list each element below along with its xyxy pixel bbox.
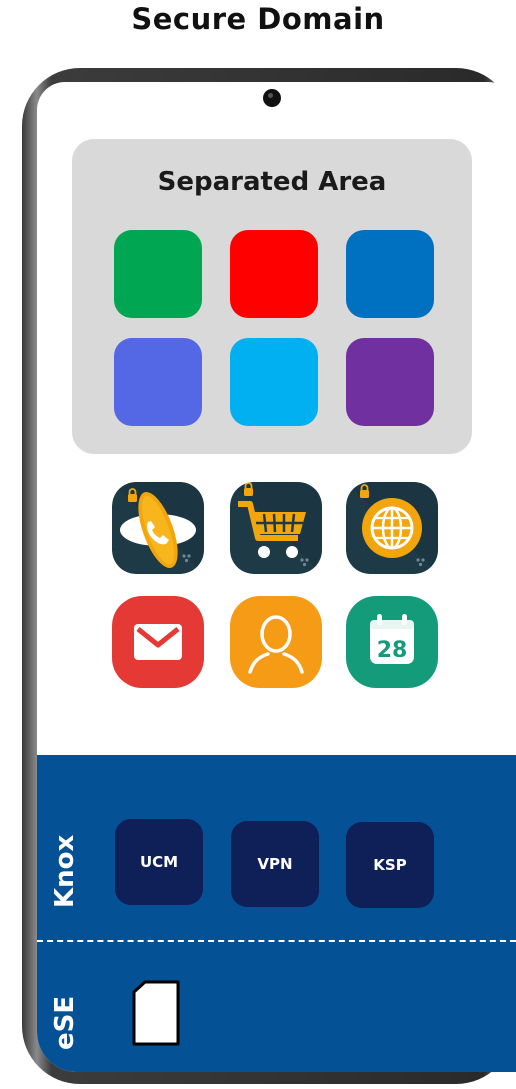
secure-phone-icon[interactable]	[112, 482, 204, 574]
app-tile-red[interactable]	[230, 230, 318, 318]
contacts-icon[interactable]	[230, 596, 322, 688]
sim-card-icon	[132, 980, 180, 1046]
app-tile-cyan[interactable]	[230, 338, 318, 426]
app-tile-blue[interactable]	[346, 230, 434, 318]
app-tile-green[interactable]	[114, 230, 202, 318]
email-icon[interactable]	[112, 596, 204, 688]
ese-section	[37, 940, 516, 1072]
calendar-day: 28	[377, 638, 408, 663]
ese-label: eSE	[50, 995, 80, 1050]
ksp-service[interactable]: KSP	[346, 822, 434, 908]
diagram-title: Secure Domain	[131, 2, 385, 36]
separated-area: Separated Area	[72, 139, 472, 454]
separated-area-label: Separated Area	[157, 167, 387, 197]
vpn-service[interactable]: VPN	[231, 821, 319, 907]
ucm-service[interactable]: UCM	[115, 819, 203, 905]
secure-shopping-cart-icon[interactable]	[230, 482, 322, 574]
knox-label: Knox	[50, 834, 80, 908]
secure-browser-globe-icon[interactable]	[346, 482, 438, 574]
front-camera-icon	[263, 89, 281, 107]
section-divider	[37, 940, 516, 942]
app-tile-periwinkle[interactable]	[114, 338, 202, 426]
app-tile-purple[interactable]	[346, 338, 434, 426]
calendar-icon[interactable]: 28	[346, 596, 438, 688]
